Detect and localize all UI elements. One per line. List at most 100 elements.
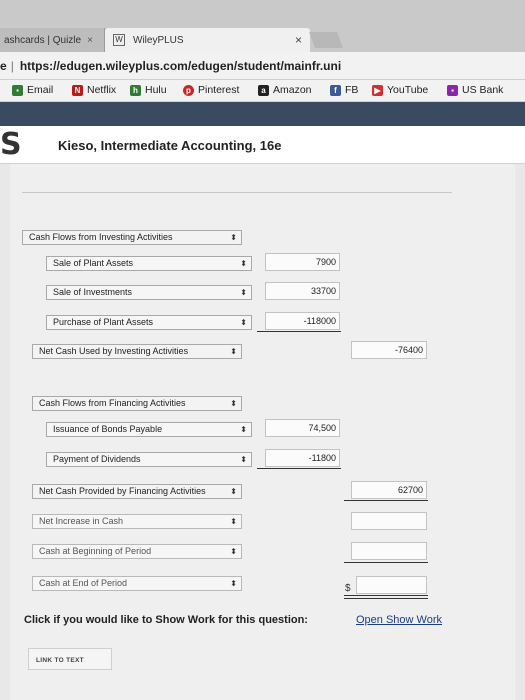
total-double-rule (344, 598, 428, 599)
wiley-favicon-icon: W (113, 34, 125, 46)
url-separator: | (10, 58, 14, 73)
dollar-sign: $ (345, 583, 351, 594)
investing-total-input[interactable]: -76400 (351, 341, 427, 359)
cash-end-input[interactable] (356, 576, 427, 594)
select-arrows-icon: ⬍ (240, 455, 247, 464)
url-text[interactable]: https://edugen.wileyplus.com/edugen/stud… (20, 59, 341, 73)
bookmark-email[interactable]: ▪ Email (12, 84, 53, 96)
select-arrows-icon: ⬍ (240, 288, 247, 297)
investing-amount-input[interactable]: -118000 (265, 312, 340, 330)
book-title: Kieso, Intermediate Accounting, 16e (58, 138, 282, 153)
browser-tabstrip: ashcards | Quizle × W WileyPLUS × (0, 0, 525, 52)
net-increase-input[interactable] (351, 512, 427, 530)
subtotal-rule (344, 500, 428, 501)
investing-amount-input[interactable]: 7900 (265, 253, 340, 271)
tab-label: ashcards | Quizle (4, 34, 82, 46)
cash-end-select[interactable]: Cash at End of Period ⬍ (32, 576, 242, 591)
link-to-text-label: LINK TO TEXT (36, 657, 84, 664)
address-bar[interactable]: e | https://edugen.wileyplus.com/edugen/… (0, 52, 525, 80)
financing-row-select[interactable]: Payment of Dividends ⬍ (46, 452, 252, 467)
financing-amount-input[interactable]: 74,500 (265, 419, 340, 437)
select-arrows-icon: ⬍ (240, 318, 247, 327)
bookmark-pinterest[interactable]: p Pinterest (183, 84, 239, 96)
bookmark-fb[interactable]: f FB (330, 84, 358, 96)
investing-header-select[interactable]: Cash Flows from Investing Activities ⬍ (22, 230, 242, 245)
select-label: Cash at End of Period (39, 578, 128, 588)
bookmark-label: US Bank (462, 84, 504, 96)
select-label: Net Increase in Cash (39, 516, 124, 526)
bookmark-label: Netflix (87, 84, 117, 96)
bookmark-hulu[interactable]: h Hulu (130, 84, 167, 96)
facebook-icon: f (330, 84, 341, 96)
select-label: Sale of Plant Assets (53, 258, 134, 268)
bookmark-label: FB (345, 84, 359, 96)
investing-row-select[interactable]: Sale of Plant Assets ⬍ (46, 256, 252, 271)
close-icon[interactable]: × (295, 33, 302, 47)
select-arrows-icon: ⬍ (240, 259, 247, 268)
subtotal-rule (344, 562, 428, 563)
bookmark-label: Amazon (273, 84, 312, 96)
total-rule (344, 595, 428, 596)
select-arrows-icon: ⬍ (230, 487, 237, 496)
select-arrows-icon: ⬍ (230, 233, 237, 242)
select-label: Cash at Beginning of Period (39, 546, 152, 556)
open-show-work-link[interactable]: Open Show Work (356, 614, 442, 626)
usbank-icon: ▪ (447, 84, 458, 96)
new-tab-button[interactable] (309, 32, 343, 48)
net-increase-select[interactable]: Net Increase in Cash ⬍ (32, 514, 242, 529)
financing-amount-input[interactable]: -11800 (265, 449, 340, 467)
bookmark-label: Pinterest (198, 84, 240, 96)
select-label: Sale of Investments (53, 287, 133, 297)
wileyplus-nav-bar (0, 102, 525, 126)
pinterest-icon: p (183, 84, 194, 96)
bookmark-netflix[interactable]: N Netflix (72, 84, 116, 96)
bookmark-usbank[interactable]: ▪ US Bank (447, 84, 503, 96)
investing-row-select[interactable]: Sale of Investments ⬍ (46, 285, 252, 300)
financing-total-select[interactable]: Net Cash Provided by Financing Activitie… (32, 484, 242, 499)
bookmarks-bar: ▪ Email N Netflix h Hulu p Pinterest a A… (0, 80, 525, 102)
select-label: Net Cash Provided by Financing Activitie… (39, 486, 206, 496)
question-panel: Cash Flows from Investing Activities ⬍ S… (10, 164, 515, 700)
financing-row-select[interactable]: Issuance of Bonds Payable ⬍ (46, 422, 252, 437)
tab-wileyplus[interactable]: W WileyPLUS × (105, 28, 310, 52)
hulu-icon: h (130, 84, 141, 96)
select-label: Cash Flows from Investing Activities (29, 232, 173, 242)
investing-amount-input[interactable]: 33700 (265, 282, 340, 300)
bookmark-label: YouTube (387, 84, 429, 96)
select-arrows-icon: ⬍ (230, 547, 237, 556)
bookmark-label: Hulu (145, 84, 167, 96)
tab-quizlet[interactable]: ashcards | Quizle × (0, 28, 105, 52)
youtube-icon: ▶ (372, 84, 383, 96)
bookmark-amazon[interactable]: a Amazon (258, 84, 312, 96)
select-label: Net Cash Used by Investing Activities (39, 346, 189, 356)
financing-header-select[interactable]: Cash Flows from Financing Activities ⬍ (32, 396, 242, 411)
email-icon: ▪ (12, 84, 23, 96)
url-prefix: e (0, 58, 7, 73)
investing-total-select[interactable]: Net Cash Used by Investing Activities ⬍ (32, 344, 242, 359)
select-arrows-icon: ⬍ (230, 399, 237, 408)
tab-label: WileyPLUS (133, 34, 184, 46)
select-label: Purchase of Plant Assets (53, 317, 154, 327)
select-arrows-icon: ⬍ (230, 579, 237, 588)
select-arrows-icon: ⬍ (240, 425, 247, 434)
show-work-question: Click if you would like to Show Work for… (24, 614, 308, 626)
select-label: Issuance of Bonds Payable (53, 424, 163, 434)
wileyplus-logo: S (0, 127, 22, 162)
subtotal-rule (257, 468, 341, 469)
close-icon[interactable]: × (87, 35, 93, 46)
select-arrows-icon: ⬍ (230, 517, 237, 526)
cash-beginning-select[interactable]: Cash at Beginning of Period ⬍ (32, 544, 242, 559)
bookmark-youtube[interactable]: ▶ YouTube (372, 84, 428, 96)
amazon-icon: a (258, 84, 269, 96)
netflix-icon: N (72, 84, 83, 96)
cash-beginning-input[interactable] (351, 542, 427, 560)
investing-row-select[interactable]: Purchase of Plant Assets ⬍ (46, 315, 252, 330)
main-content: Cash Flows from Investing Activities ⬍ S… (0, 164, 525, 700)
financing-total-input[interactable]: 62700 (351, 481, 427, 499)
select-arrows-icon: ⬍ (230, 347, 237, 356)
title-bar: S Kieso, Intermediate Accounting, 16e (0, 126, 525, 164)
select-label: Payment of Dividends (53, 454, 141, 464)
select-label: Cash Flows from Financing Activities (39, 398, 186, 408)
bookmark-label: Email (27, 84, 54, 96)
subtotal-rule (257, 331, 341, 332)
